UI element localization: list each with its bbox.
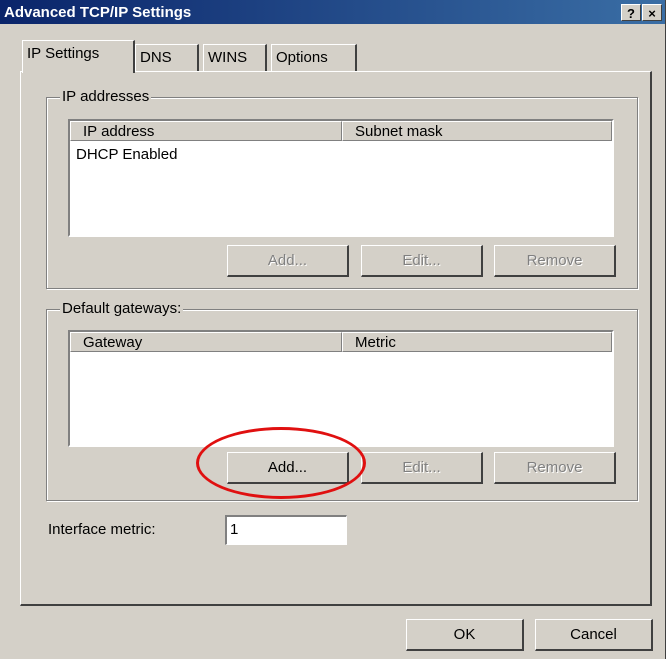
tab-ip-settings[interactable]: IP Settings — [22, 40, 135, 73]
cancel-button[interactable]: Cancel — [535, 619, 653, 651]
close-button[interactable]: × — [642, 4, 662, 21]
gateway-list[interactable]: Gateway Metric — [68, 330, 614, 447]
interface-metric-label: Interface metric: — [48, 521, 156, 538]
column-header-subnet-mask[interactable]: Subnet mask — [342, 121, 612, 141]
column-header-metric[interactable]: Metric — [342, 332, 612, 352]
tab-wins[interactable]: WINS — [203, 44, 267, 71]
column-header-ip-address[interactable]: IP address — [70, 121, 342, 141]
ip-addresses-legend: IP addresses — [60, 88, 152, 105]
gateway-edit-button[interactable]: Edit... — [361, 452, 483, 484]
ip-add-button[interactable]: Add... — [227, 245, 349, 277]
default-gateways-legend: Default gateways: — [60, 300, 184, 317]
gateway-add-button[interactable]: Add... — [227, 452, 349, 484]
ip-address-list[interactable]: IP address Subnet mask DHCP Enabled — [68, 119, 614, 237]
help-button[interactable]: ? — [621, 4, 641, 21]
ok-button[interactable]: OK — [406, 619, 524, 651]
gateway-remove-button[interactable]: Remove — [494, 452, 616, 484]
dialog-window: Advanced TCP/IP Settings ? × IP Settings… — [0, 0, 666, 659]
column-header-gateway[interactable]: Gateway — [70, 332, 342, 352]
window-title: Advanced TCP/IP Settings — [4, 4, 192, 21]
tab-options[interactable]: Options — [271, 44, 357, 71]
title-bar[interactable]: Advanced TCP/IP Settings ? × — [0, 0, 665, 24]
ip-remove-button[interactable]: Remove — [494, 245, 616, 277]
interface-metric-input[interactable]: 1 — [225, 515, 347, 545]
list-item[interactable]: DHCP Enabled — [76, 146, 177, 163]
tab-dns[interactable]: DNS — [135, 44, 199, 71]
ip-edit-button[interactable]: Edit... — [361, 245, 483, 277]
